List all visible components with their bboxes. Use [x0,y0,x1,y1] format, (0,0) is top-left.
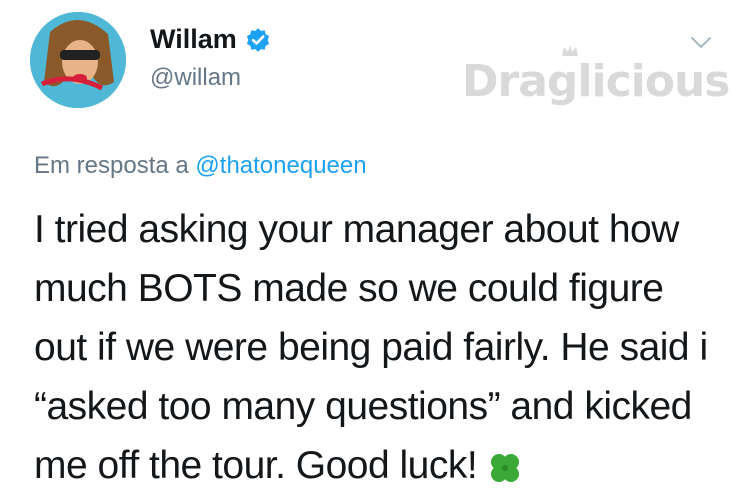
avatar-illustration-icon [30,12,126,108]
author-name[interactable]: Willam [150,24,237,55]
avatar[interactable] [30,12,126,108]
four-leaf-clover-icon [490,453,519,482]
tweet-body: I tried asking your manager about how mu… [34,200,724,495]
reply-prefix: Em resposta a [34,152,189,179]
author-handle[interactable]: @willam [150,64,241,92]
author-name-row[interactable]: Willam [150,24,271,55]
tweet-text: I tried asking your manager about how mu… [34,208,708,487]
reply-mention-link[interactable]: @thatonequeen [195,152,366,179]
chevron-down-icon[interactable] [690,36,712,50]
reply-context: Em resposta a @thatonequeen [34,152,367,180]
verified-badge-icon [246,27,269,52]
watermark-logo: Draglicious [462,56,730,107]
